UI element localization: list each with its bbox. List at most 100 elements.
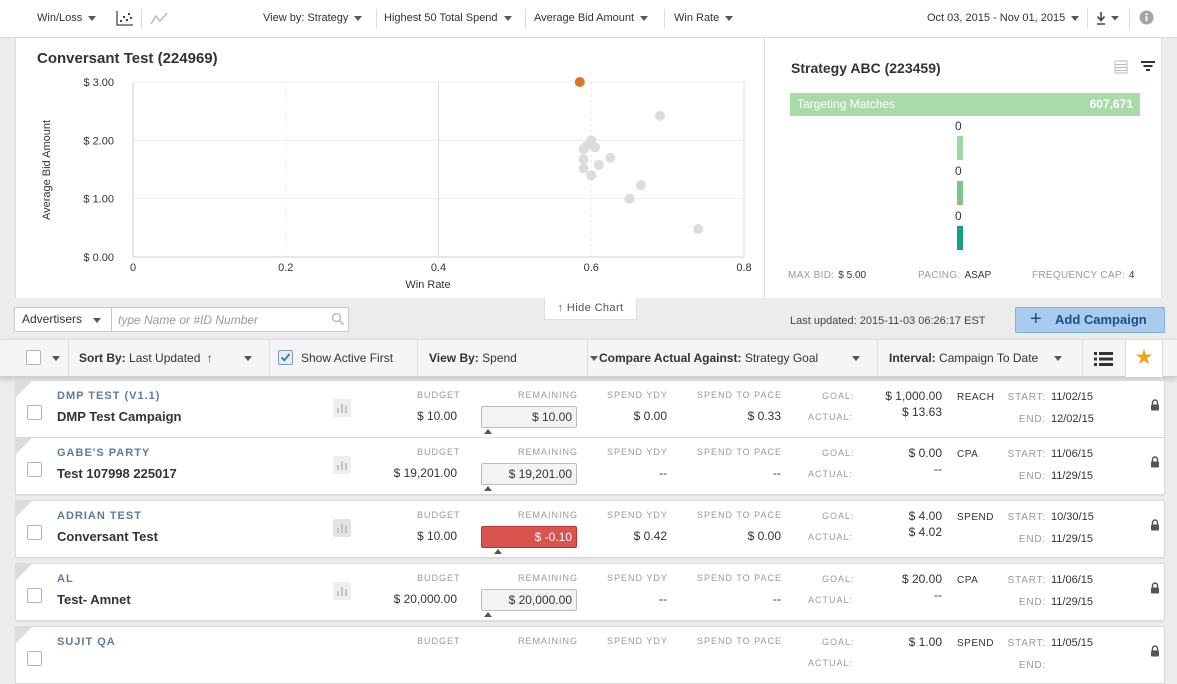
arrow-up-icon: ↑ [557,302,564,314]
search-input[interactable] [112,307,349,332]
end-label: END: [1018,660,1046,671]
spend-ydy-value: $ 0.42 [633,529,667,543]
interval-dropdown[interactable]: Interval: Campaign To Date [889,351,1062,365]
campaign-name[interactable]: Conversant Test [57,529,158,544]
start-date: 10/30/15 [1051,511,1094,523]
scatter-point[interactable] [635,180,646,191]
select-options-dropdown[interactable] [52,356,60,361]
sort-by-value: Last Updated [129,351,201,365]
row-checkbox[interactable] [27,525,42,540]
x-tick-label: 0 [130,262,136,274]
remaining-input[interactable]: $ 10.00 [481,406,577,428]
campaign-row[interactable]: AL Test- Amnet BUDGET $ 20,000.00 REMAIN… [15,563,1165,621]
goal-value: $ 1.00 [908,635,942,649]
date-range-label: Oct 03, 2015 - Nov 01, 2015 [927,12,1066,24]
scatter-point[interactable] [578,154,589,164]
scatter-point[interactable] [586,170,597,181]
select-all-checkbox[interactable] [26,350,41,365]
chevron-down-icon [244,356,253,362]
sort-by-dropdown[interactable]: Sort By: Last Updated ↑ [79,351,253,365]
bar-chart-icon[interactable] [333,582,351,600]
search-icon[interactable] [331,312,345,329]
scatter-chart-icon[interactable] [116,10,134,29]
highest-spend-dropdown[interactable]: Highest 50 Total Spend [384,12,512,24]
bar-chart-icon[interactable] [333,456,351,474]
advertiser-name[interactable]: DMP TEST (V1.1) [57,390,160,402]
campaign-name[interactable]: Test- Amnet [57,592,131,607]
lock-icon [1150,582,1160,597]
funnel-value: 0 [955,209,962,223]
scatter-point[interactable] [693,224,704,234]
spend-ydy-label: SPEND YDY [607,390,668,400]
campaign-row[interactable]: DMP TEST (V1.1) DMP Test Campaign BUDGET… [15,380,1165,438]
line-chart-icon[interactable] [150,10,168,29]
view-by-spend-label: View By: [429,351,479,365]
funnel-bar [957,136,963,160]
sort-by-label: Sort By: [79,351,126,365]
y-metric-dropdown[interactable]: Average Bid Amount [534,12,649,24]
x-metric-dropdown[interactable]: Win Rate [674,12,734,24]
targeting-matches-bar: Targeting Matches 607,671 [790,93,1140,116]
budget-label: BUDGET [417,510,461,520]
campaign-row[interactable]: ADRIAN TEST Conversant Test BUDGET $ 10.… [15,500,1165,558]
chevron-down-icon [640,15,649,21]
goal-value: $ 0.00 [908,446,942,460]
advertiser-name[interactable]: AL [57,573,74,585]
hide-chart-button[interactable]: ↑ Hide Chart [544,298,637,320]
remaining-label: REMAINING [518,510,579,520]
row-checkbox[interactable] [27,651,42,666]
list-view-icon[interactable] [1094,351,1113,370]
bar-chart-icon[interactable] [333,399,351,417]
compare-against-dropdown[interactable]: Compare Actual Against: Strategy Goal [599,351,860,365]
hide-chart-label: Hide Chart [566,302,624,314]
checkmark-icon [280,353,291,362]
download-dropdown[interactable] [1096,10,1122,29]
scatter-point[interactable] [578,163,589,174]
x-tick-label: 0.4 [431,262,446,274]
spend-ydy-label: SPEND YDY [607,447,668,457]
view-by-dropdown[interactable]: View by: Strategy [263,12,363,24]
table-view-icon[interactable] [1114,60,1128,77]
row-checkbox[interactable] [27,588,42,603]
show-active-checkbox[interactable] [278,350,293,365]
scatter-point[interactable] [654,110,665,121]
advertisers-label: Advertisers [22,312,83,326]
scatter-point[interactable] [624,193,635,204]
remaining-input[interactable]: $ 20,000.00 [481,589,577,611]
actual-value: -- [934,462,942,476]
chevron-down-icon [590,356,599,362]
info-icon[interactable] [1139,10,1154,28]
funnel-view-icon[interactable] [1140,60,1156,77]
end-label: END: [1018,597,1046,608]
view-by-spend-value: Spend [482,351,517,365]
scatter-point-selected[interactable] [574,77,585,87]
advertiser-name[interactable]: ADRIAN TEST [57,510,142,522]
view-by-spend-dropdown[interactable]: View By: Spend [429,351,599,365]
campaign-row[interactable]: SUJIT QA BUDGET REMAINING SPEND YDY SPEN… [15,626,1165,684]
date-range-dropdown[interactable]: Oct 03, 2015 - Nov 01, 2015 [927,12,1080,24]
spend-to-pace-value: -- [773,466,781,480]
scatter-point[interactable] [590,142,601,153]
chevron-down-icon [88,15,97,21]
add-campaign-button[interactable]: + Add Campaign [1015,307,1165,333]
show-active-first[interactable]: Show Active First [301,351,393,365]
sort-ascending-icon[interactable]: ↑ [207,351,213,365]
advertiser-name[interactable]: SUJIT QA [57,636,116,648]
remaining-input[interactable]: $ 19,201.00 [481,463,577,485]
bar-chart-icon[interactable] [333,519,351,537]
goal-label: GOAL: [822,511,855,521]
favorites-star-icon[interactable]: ★ [1125,340,1163,377]
campaign-row[interactable]: GABE'S PARTY Test 107998 225017 BUDGET $… [15,437,1165,495]
row-checkbox[interactable] [27,462,42,477]
advertisers-dropdown[interactable]: Advertisers [14,307,112,332]
scatter-point[interactable] [605,152,616,163]
advertiser-name[interactable]: GABE'S PARTY [57,447,150,459]
chart-type-dropdown[interactable]: Win/Loss [37,12,97,24]
campaign-name[interactable]: DMP Test Campaign [57,409,181,424]
scatter-point[interactable] [578,144,589,155]
campaign-name[interactable]: Test 107998 225017 [57,466,177,481]
scatter-point[interactable] [593,159,604,170]
spend-to-pace-value: -- [773,592,781,606]
row-checkbox[interactable] [27,405,42,420]
remaining-input[interactable]: $ -0.10 [481,526,577,548]
